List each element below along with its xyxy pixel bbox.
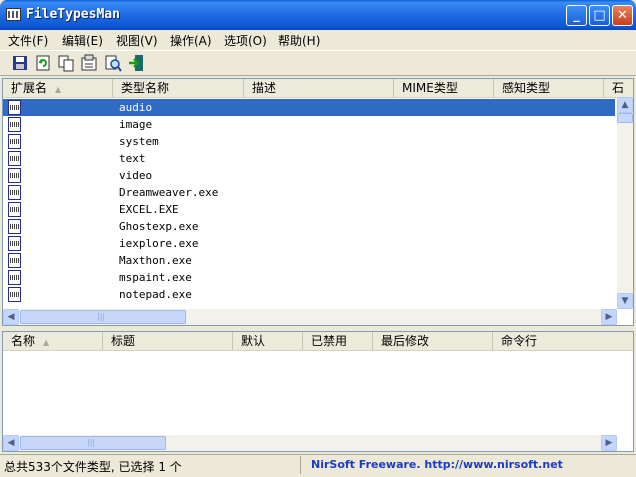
file-type-icon bbox=[8, 134, 21, 149]
column-header-name[interactable]: 名称 ▲ bbox=[3, 332, 103, 350]
status-summary: 总共533个文件类型, 已选择 1 个 bbox=[4, 460, 182, 474]
type-name-cell: iexplore.exe bbox=[119, 237, 199, 250]
maximize-button[interactable]: □ bbox=[589, 5, 610, 26]
menu-options[interactable]: 选项(O) bbox=[224, 32, 267, 49]
column-header-command-line[interactable]: 命令行 bbox=[493, 332, 633, 350]
column-header-disabled[interactable]: 已禁用 bbox=[303, 332, 373, 350]
type-name-cell: video bbox=[119, 169, 153, 182]
file-types-list: 扩展名 ▲ 类型名称 描述 MIME类型 感知类型 石 audio image sys… bbox=[2, 78, 634, 326]
type-name-cell: EXCEL.EXE bbox=[119, 203, 179, 216]
vertical-scroll-thumb[interactable] bbox=[617, 113, 633, 123]
bottom-scroll-right-button[interactable]: ▶ bbox=[601, 435, 617, 451]
table-row[interactable]: Maxthon.exe bbox=[3, 252, 615, 269]
type-name-cell: image bbox=[119, 118, 153, 131]
table-row[interactable]: Dreamweaver.exe bbox=[3, 184, 615, 201]
file-type-icon bbox=[8, 168, 21, 183]
horizontal-scroll-thumb[interactable]: ||| bbox=[20, 310, 186, 324]
menu-help[interactable]: 帮助(H) bbox=[278, 32, 320, 49]
column-header-last-modified[interactable]: 最后修改 bbox=[373, 332, 493, 350]
file-type-icon bbox=[8, 219, 21, 234]
table-row[interactable]: iexplore.exe bbox=[3, 235, 615, 252]
scroll-down-button[interactable]: ▼ bbox=[617, 293, 633, 309]
menu-edit[interactable]: 编辑(E) bbox=[62, 32, 103, 49]
column-header-type-name[interactable]: 类型名称 bbox=[113, 79, 244, 97]
type-name-cell: system bbox=[119, 135, 159, 148]
type-name-cell: audio bbox=[119, 101, 153, 114]
title-bar[interactable]: FileTypesMan _ □ ✕ bbox=[0, 0, 636, 30]
window-title: FileTypesMan bbox=[26, 7, 120, 22]
close-button[interactable]: ✕ bbox=[612, 5, 633, 26]
file-type-icon bbox=[8, 287, 21, 302]
horizontal-scrollbar[interactable]: ◀ ||| ▶ bbox=[3, 309, 617, 325]
menu-view[interactable]: 视图(V) bbox=[116, 32, 158, 49]
app-window: FileTypesMan _ □ ✕ 文件(F) 编辑(E) 视图(V) 操作(… bbox=[0, 0, 636, 477]
column-header-default[interactable]: 默认 bbox=[233, 332, 303, 350]
table-row[interactable]: Ghostexp.exe bbox=[3, 218, 615, 235]
table-row[interactable]: mspaint.exe bbox=[3, 269, 615, 286]
save-icon[interactable] bbox=[11, 54, 29, 72]
column-header-perceived-type[interactable]: 感知类型 bbox=[494, 79, 604, 97]
table-row[interactable]: image bbox=[3, 116, 615, 133]
status-bar: 总共533个文件类型, 已选择 1 个 NirSoft Freeware. ht… bbox=[0, 454, 636, 477]
file-type-icon bbox=[8, 236, 21, 251]
table-row[interactable]: text bbox=[3, 150, 615, 167]
scroll-up-button[interactable]: ▲ bbox=[617, 97, 633, 113]
scroll-left-button[interactable]: ◀ bbox=[3, 309, 19, 325]
file-type-icon bbox=[8, 151, 21, 166]
menu-bar: 文件(F) 编辑(E) 视图(V) 操作(A) 选项(O) 帮助(H) bbox=[0, 30, 636, 49]
exit-icon[interactable] bbox=[127, 54, 145, 72]
column-header-title[interactable]: 标题 bbox=[103, 332, 233, 350]
file-type-icon bbox=[8, 117, 21, 132]
minimize-button[interactable]: _ bbox=[566, 5, 587, 26]
nirsoft-link[interactable]: NirSoft Freeware. http://www.nirsoft.net bbox=[311, 458, 563, 471]
table-row[interactable]: notepad.exe bbox=[3, 286, 615, 303]
table-row[interactable]: EXCEL.EXE bbox=[3, 201, 615, 218]
bottom-horizontal-scrollbar[interactable]: ◀ ||| ▶ bbox=[3, 435, 617, 451]
table-row[interactable]: video bbox=[3, 167, 615, 184]
status-link-panel: NirSoft Freeware. http://www.nirsoft.net bbox=[300, 456, 635, 474]
column-header-description[interactable]: 描述 bbox=[244, 79, 394, 97]
bottom-scroll-left-button[interactable]: ◀ bbox=[3, 435, 19, 451]
copy-icon[interactable] bbox=[57, 54, 75, 72]
toolbar bbox=[0, 50, 636, 76]
bottom-table-header: 名称 ▲ 标题 默认 已禁用 最后修改 命令行 bbox=[3, 332, 633, 351]
properties-icon[interactable] bbox=[80, 54, 98, 72]
type-name-cell: Maxthon.exe bbox=[119, 254, 192, 267]
table-row[interactable]: system bbox=[3, 133, 615, 150]
file-type-icon bbox=[8, 100, 21, 115]
file-type-icon bbox=[8, 270, 21, 285]
type-name-cell: Ghostexp.exe bbox=[119, 220, 199, 233]
app-icon bbox=[6, 8, 21, 21]
vertical-scrollbar[interactable]: ▲ ▼ bbox=[617, 97, 633, 309]
sort-ascending-icon: ▲ bbox=[43, 338, 50, 347]
top-table-header: 扩展名 ▲ 类型名称 描述 MIME类型 感知类型 石 bbox=[3, 79, 633, 98]
column-header-mime-type[interactable]: MIME类型 bbox=[394, 79, 494, 97]
type-name-cell: Dreamweaver.exe bbox=[119, 186, 219, 199]
type-name-cell: notepad.exe bbox=[119, 288, 192, 301]
file-type-icon bbox=[8, 202, 21, 217]
column-header-extension[interactable]: 扩展名 ▲ bbox=[3, 79, 113, 97]
table-row[interactable]: audio bbox=[3, 99, 615, 116]
find-icon[interactable] bbox=[104, 54, 122, 72]
actions-list: 名称 ▲ 标题 默认 已禁用 最后修改 命令行 ◀ ||| ▶ bbox=[2, 331, 634, 452]
menu-action[interactable]: 操作(A) bbox=[170, 32, 212, 49]
refresh-icon[interactable] bbox=[34, 54, 52, 72]
column-header-more[interactable]: 石 bbox=[604, 79, 633, 97]
file-type-icon bbox=[8, 185, 21, 200]
bottom-horizontal-scroll-thumb[interactable]: ||| bbox=[20, 436, 166, 450]
type-name-cell: mspaint.exe bbox=[119, 271, 192, 284]
menu-file[interactable]: 文件(F) bbox=[8, 32, 48, 49]
sort-ascending-icon: ▲ bbox=[55, 85, 62, 94]
file-type-icon bbox=[8, 253, 21, 268]
scroll-right-button[interactable]: ▶ bbox=[601, 309, 617, 325]
type-name-cell: text bbox=[119, 152, 146, 165]
